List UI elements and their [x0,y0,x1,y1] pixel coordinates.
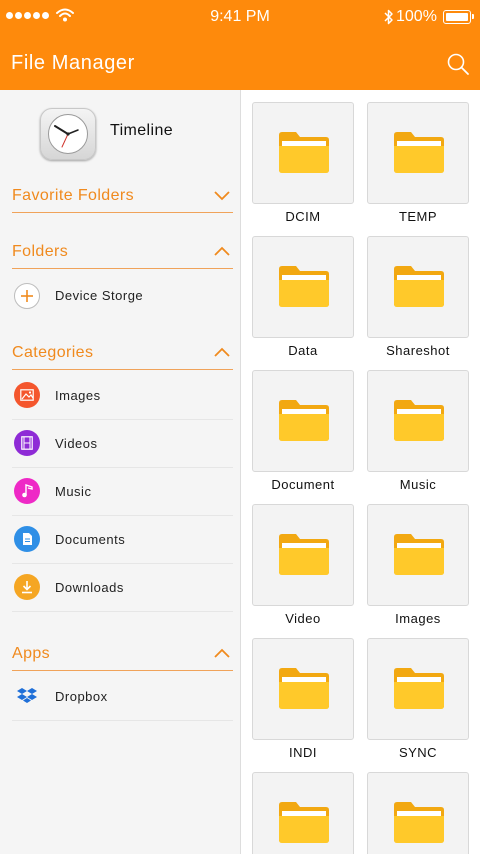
favorite-folders-header[interactable]: Favorite Folders [12,179,233,213]
folder-label: TEMP [398,209,438,224]
folder-label: INDI [289,745,317,760]
sidebar-item-label: Music [55,484,92,499]
sidebar-item-label: Images [55,388,101,403]
folder-icon [394,534,444,575]
sidebar-item-device-storage[interactable]: Device Storge [12,272,233,320]
folder-label: Music [399,477,437,492]
chevron-up-icon [214,246,230,256]
folder-tile[interactable] [367,236,469,338]
music-note-icon [14,478,40,504]
folders-title: Folders [12,243,69,260]
sidebar-item-documents[interactable]: Documents [12,516,233,564]
folder-tile[interactable] [367,504,469,606]
folder-icon [394,802,444,843]
folder-tile[interactable] [367,772,469,854]
folder-tile[interactable] [367,638,469,740]
folder-label: Images [395,611,441,626]
folder-icon [279,668,329,709]
categories-title: Categories [12,344,94,361]
sidebar-item-label: Dropbox [55,689,108,704]
sidebar-item-images[interactable]: Images [12,372,233,420]
folder-tile[interactable] [252,638,354,740]
categories-header[interactable]: Categories [12,336,233,370]
folder-label: DCIM [285,209,321,224]
chevron-up-icon [214,648,230,658]
sidebar: Timeline Favorite Folders Folders Device… [0,90,241,854]
folder-label: SYNC [398,745,438,760]
app-title: File Manager [11,52,135,74]
timeline-label: Timeline [110,122,174,139]
folder-label: Data [288,343,318,358]
folder-tile[interactable] [367,370,469,472]
battery-percentage: 100% [396,8,437,25]
folder-grid: DCIM TEMP Data Shareshot Document Music Video I… [242,90,480,854]
sidebar-item-label: Downloads [55,580,124,595]
folder-icon [394,400,444,441]
sidebar-item-music[interactable]: Music [12,468,233,516]
sidebar-item-videos[interactable]: Videos [12,420,233,468]
folder-tile[interactable] [367,102,469,204]
folder-tile[interactable] [252,236,354,338]
apps-title: Apps [12,645,51,662]
timeline-item[interactable]: Timeline [40,108,230,162]
folder-label: Video [285,611,321,626]
plus-icon [14,283,40,309]
favorite-folders-title: Favorite Folders [12,187,134,204]
folder-icon [279,266,329,307]
sidebar-item-label: Device Storge [55,288,144,303]
folder-tile[interactable] [252,102,354,204]
chevron-down-icon [214,191,230,201]
sidebar-item-dropbox[interactable]: Dropbox [12,673,233,721]
folder-icon [279,400,329,441]
status-bar: 9:41 PM 100% [0,0,480,34]
sidebar-item-label: Documents [55,532,126,547]
folder-icon [394,132,444,173]
folder-icon [394,266,444,307]
sidebar-item-label: Videos [55,436,98,451]
search-icon[interactable] [446,52,470,76]
folders-header[interactable]: Folders [12,235,233,269]
folder-tile[interactable] [252,504,354,606]
film-icon [14,430,40,456]
document-icon [14,526,40,552]
apps-header[interactable]: Apps [12,637,233,671]
dropbox-icon [14,683,40,709]
bluetooth-icon [384,9,393,25]
folder-icon [279,132,329,173]
download-icon [14,574,40,600]
folder-icon [279,534,329,575]
image-icon [14,382,40,408]
chevron-up-icon [214,347,230,357]
folder-tile[interactable] [252,772,354,854]
folder-tile[interactable] [252,370,354,472]
app-bar: File Manager [0,34,480,90]
sidebar-item-downloads[interactable]: Downloads [12,564,233,612]
folder-label: Document [271,477,335,492]
folder-label: Shareshot [386,343,450,358]
folder-icon [279,802,329,843]
battery-icon [443,10,474,24]
clock-icon [40,108,96,160]
folder-icon [394,668,444,709]
